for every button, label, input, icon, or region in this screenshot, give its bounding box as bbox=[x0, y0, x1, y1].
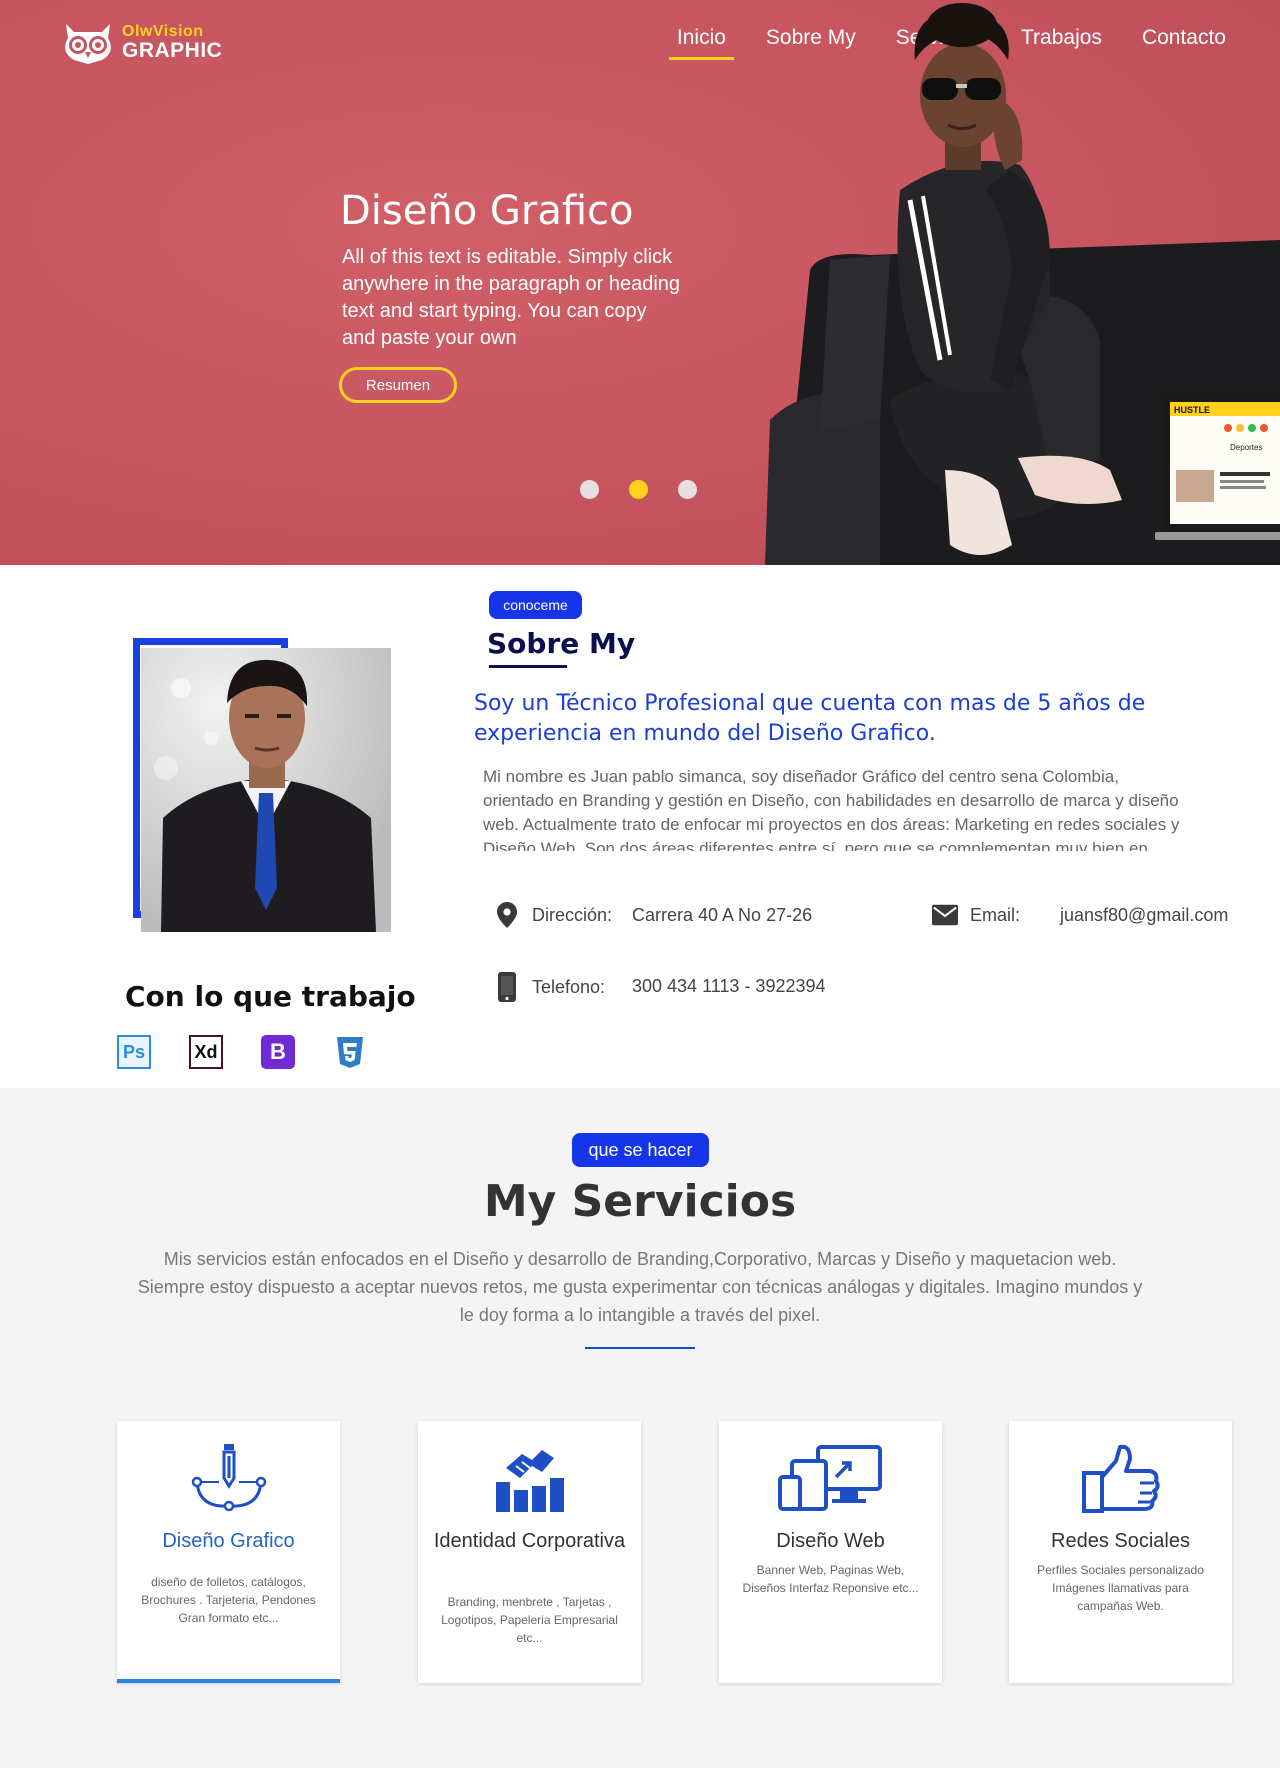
brand-name-line1: OlwVision bbox=[122, 22, 204, 40]
phone-info: Telefono: 300 434 1113 - 3922394 bbox=[494, 972, 826, 1002]
adobe-xd-icon: Xd bbox=[189, 1035, 223, 1069]
service-card-title: Diseño Web bbox=[776, 1530, 885, 1552]
services-description: Mis servicios están enfocados en el Dise… bbox=[137, 1249, 1143, 1325]
resume-button[interactable]: Resumen bbox=[339, 367, 457, 403]
about-body-text: Mi nombre es Juan pablo simanca, soy dis… bbox=[483, 767, 1180, 851]
brand-name-line2: GRAPHIC bbox=[122, 38, 223, 62]
about-lead-text: Soy un Técnico Profesional que cuenta co… bbox=[474, 691, 1146, 746]
envelope-icon bbox=[932, 901, 958, 929]
address-value: Carrera 40 A No 27-26 bbox=[632, 904, 813, 925]
services-badge: que se hacer bbox=[572, 1133, 709, 1167]
nav-item-inicio[interactable]: Inicio bbox=[657, 26, 746, 60]
about-title-underline bbox=[489, 665, 567, 668]
phone-label: Telefono: bbox=[532, 976, 606, 997]
thumbs-up-icon bbox=[1009, 1439, 1232, 1517]
address-info: Dirección: Carrera 40 A No 27-26 bbox=[494, 901, 812, 929]
service-card-text: Branding, menbrete , Tarjetas , Logotipo… bbox=[441, 1595, 618, 1645]
email-info: Email: juansf80@gmail.com bbox=[932, 901, 1228, 929]
services-divider bbox=[585, 1347, 695, 1349]
carousel-dot-2[interactable] bbox=[629, 480, 648, 499]
hero-description: All of this text is editable. Simply cli… bbox=[342, 246, 681, 349]
mobile-phone-icon bbox=[494, 972, 520, 1002]
location-pin-icon bbox=[494, 901, 520, 929]
owl-logo-icon bbox=[65, 24, 111, 64]
address-label: Dirección: bbox=[532, 904, 613, 925]
carousel-dots bbox=[580, 480, 697, 499]
services-section: que se hacer My Servicios Mis servicios … bbox=[0, 1088, 1280, 1768]
hero-section: OlwVision GRAPHIC Inicio Sobre My Servic… bbox=[0, 0, 1280, 565]
tools-title: Con lo que trabajo bbox=[125, 980, 416, 1013]
hero-title: Diseño Grafico bbox=[340, 188, 634, 234]
about-section: Con lo que trabajo Ps Xd B conoceme Sobr… bbox=[0, 565, 1280, 1088]
handshake-chart-icon bbox=[418, 1439, 641, 1517]
service-card-text: diseño de folletos, catálogos, Brochures… bbox=[141, 1575, 316, 1625]
services-title: My Servicios bbox=[483, 1176, 797, 1227]
tools-list: Ps Xd B bbox=[117, 1035, 367, 1069]
service-card-identidad-corporativa[interactable]: Identidad Corporativa Branding, menbrete… bbox=[418, 1421, 641, 1683]
service-card-title: Redes Sociales bbox=[1051, 1530, 1190, 1552]
laptop-section-text: Deportes bbox=[1230, 443, 1262, 452]
devices-icon bbox=[719, 1439, 942, 1517]
service-card-text: Perfiles Sociales personalizado Imágenes… bbox=[1037, 1563, 1204, 1613]
bootstrap-icon: B bbox=[261, 1035, 295, 1069]
service-card-diseno-grafico[interactable]: Diseño Grafico diseño de folletos, catál… bbox=[117, 1421, 340, 1683]
about-badge: conoceme bbox=[489, 591, 582, 619]
pen-tool-icon bbox=[117, 1439, 340, 1517]
service-card-title: Identidad Corporativa bbox=[433, 1530, 626, 1552]
service-card-redes-sociales[interactable]: Redes Sociales Perfiles Sociales persona… bbox=[1009, 1421, 1232, 1683]
brand-logo[interactable]: OlwVision GRAPHIC bbox=[60, 18, 222, 66]
profile-photo bbox=[141, 648, 391, 932]
profile-photo-wrap bbox=[133, 638, 391, 934]
carousel-dot-1[interactable] bbox=[580, 480, 599, 499]
photoshop-icon: Ps bbox=[117, 1035, 151, 1069]
service-card-title: Diseño Grafico bbox=[162, 1530, 295, 1552]
service-card-diseno-web[interactable]: Diseño Web Banner Web, Paginas Web, Dise… bbox=[719, 1421, 942, 1683]
about-title: Sobre My bbox=[487, 627, 636, 660]
carousel-dot-3[interactable] bbox=[678, 480, 697, 499]
phone-value: 300 434 1113 - 3922394 bbox=[632, 976, 826, 996]
css3-icon bbox=[337, 1037, 363, 1068]
email-label: Email: bbox=[970, 904, 1021, 925]
laptop-brand-text: HUSTLE bbox=[1174, 405, 1210, 415]
email-value[interactable]: juansf80@gmail.com bbox=[1060, 905, 1228, 926]
service-card-text: Banner Web, Paginas Web, Diseños Interfa… bbox=[742, 1563, 919, 1595]
hero-model-image: HUSTLE Deportes bbox=[765, 3, 1280, 565]
